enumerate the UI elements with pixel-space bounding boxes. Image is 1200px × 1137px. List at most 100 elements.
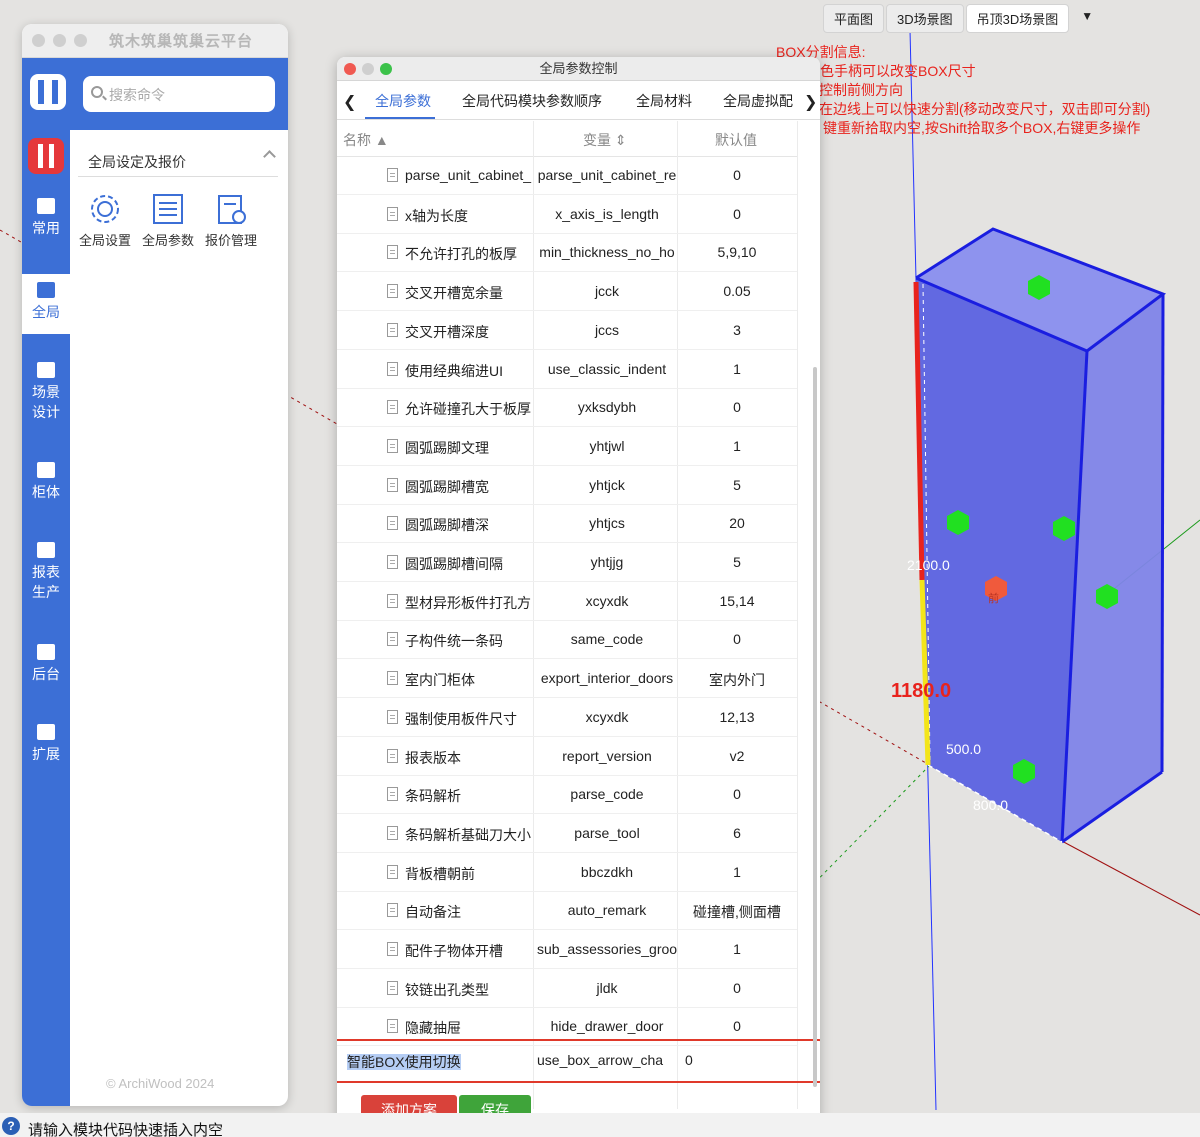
- cell-variable[interactable]: yhtjcs: [537, 515, 677, 531]
- table-row[interactable]: 背板槽朝前 bbczdkh 1: [337, 854, 797, 892]
- table-row[interactable]: 强制使用板件尺寸 xcyxdk 12,13: [337, 699, 797, 737]
- view-dropdown-icon[interactable]: ▼: [1071, 4, 1103, 33]
- cell-variable[interactable]: min_thickness_no_ho: [537, 244, 677, 260]
- table-row[interactable]: 圆弧踢脚槽间隔 yhtjjg 5: [337, 544, 797, 582]
- cell-name[interactable]: 条码解析: [405, 786, 533, 806]
- cell-default[interactable]: 1: [679, 438, 795, 454]
- cell-default[interactable]: 0: [679, 631, 795, 647]
- cell-default[interactable]: 0: [679, 167, 795, 183]
- cell-name[interactable]: 不允许打孔的板厚: [405, 244, 533, 264]
- global-settings-tool[interactable]: 全局设置: [75, 192, 135, 249]
- tab-ceiling-3d-scene[interactable]: 吊顶3D场景图: [965, 4, 1070, 33]
- table-row[interactable]: 自动备注 auto_remark 碰撞槽,侧面槽: [337, 892, 797, 931]
- zoom-window-button[interactable]: [74, 34, 87, 47]
- cell-default[interactable]: 3: [679, 322, 795, 338]
- cell-default[interactable]: 5: [679, 554, 795, 570]
- cell-variable[interactable]: parse_tool: [537, 825, 677, 841]
- cell-variable[interactable]: xcyxdk: [537, 709, 677, 725]
- sidebar-item-report[interactable]: 报表生产: [22, 542, 70, 602]
- split-dimension[interactable]: 1180.0: [891, 680, 951, 703]
- cell-name[interactable]: 型材异形板件打孔方: [405, 593, 533, 613]
- cell-default[interactable]: 0.05: [679, 283, 795, 299]
- cell-default[interactable]: 12,13: [679, 709, 795, 725]
- cell-variable[interactable]: use_classic_indent: [537, 361, 677, 377]
- table-row[interactable]: 不允许打孔的板厚 min_thickness_no_ho 5,9,10: [337, 234, 797, 273]
- column-header-variable[interactable]: 变量 ⇕: [583, 130, 627, 150]
- table-row[interactable]: 交叉开槽宽余量 jcck 0.05: [337, 273, 797, 312]
- cell-variable[interactable]: jcck: [537, 283, 677, 299]
- zoom-dialog-button[interactable]: [380, 63, 392, 75]
- tab-global-materials[interactable]: 全局材料: [636, 91, 692, 111]
- sidebar-item-extension[interactable]: 扩展: [22, 724, 70, 764]
- cell-variable[interactable]: yhtjwl: [537, 438, 677, 454]
- sidebar-item-common[interactable]: 常用: [22, 198, 70, 238]
- chevron-left-icon[interactable]: ❮: [343, 92, 356, 112]
- scrollbar[interactable]: [813, 367, 817, 1087]
- tab-plan-view[interactable]: 平面图: [823, 4, 885, 33]
- table-row[interactable]: 铰链出孔类型 jldk 0: [337, 970, 797, 1008]
- cell-default[interactable]: 室内外门: [679, 670, 795, 690]
- cell-name[interactable]: 使用经典缩进UI: [405, 361, 533, 381]
- table-row[interactable]: 圆弧踢脚文理 yhtjwl 1: [337, 428, 797, 466]
- cell-default[interactable]: 0: [679, 399, 795, 415]
- cell-name[interactable]: 铰链出孔类型: [405, 980, 533, 1000]
- cell-default[interactable]: 5,9,10: [679, 244, 795, 260]
- chevron-up-icon[interactable]: [263, 150, 276, 163]
- table-row[interactable]: 室内门柜体 export_interior_doors 室内外门: [337, 660, 797, 699]
- cell-name[interactable]: 圆弧踢脚槽深: [405, 515, 533, 535]
- table-row[interactable]: 允许碰撞孔大于板厚 yxksdybh 0: [337, 389, 797, 428]
- column-header-name[interactable]: 名称 ▲: [343, 130, 389, 150]
- cell-variable[interactable]: x_axis_is_length: [537, 206, 677, 222]
- global-params-tool[interactable]: 全局参数: [138, 192, 198, 249]
- cell-variable[interactable]: xcyxdk: [537, 593, 677, 609]
- cell-default[interactable]: 0: [679, 206, 795, 222]
- close-dialog-button[interactable]: [344, 63, 356, 75]
- cell-name[interactable]: 报表版本: [405, 748, 533, 768]
- cell-name[interactable]: x轴为长度: [405, 206, 533, 226]
- cell-name[interactable]: 交叉开槽深度: [405, 322, 533, 342]
- cell-default[interactable]: 15,14: [679, 593, 795, 609]
- table-row[interactable]: 型材异形板件打孔方 xcyxdk 15,14: [337, 583, 797, 621]
- cell-name[interactable]: 子构件统一条码: [405, 631, 533, 651]
- tab-module-param-order[interactable]: 全局代码模块参数顺序: [462, 91, 602, 111]
- minimize-window-button[interactable]: [53, 34, 66, 47]
- table-row[interactable]: parse_unit_cabinet_ parse_unit_cabinet_re…: [337, 157, 797, 195]
- cell-variable[interactable]: auto_remark: [537, 902, 677, 918]
- cell-default[interactable]: 20: [679, 515, 795, 531]
- table-row[interactable]: 配件子物体开槽 sub_assessories_groo 1: [337, 931, 797, 969]
- table-row[interactable]: 报表版本 report_version v2: [337, 738, 797, 776]
- cell-name[interactable]: 交叉开槽宽余量: [405, 283, 533, 303]
- table-row[interactable]: 使用经典缩进UI use_classic_indent 1: [337, 351, 797, 389]
- cell-variable[interactable]: parse_code: [537, 786, 677, 802]
- column-header-default[interactable]: 默认值: [715, 130, 757, 150]
- cell-default[interactable]: v2: [679, 748, 795, 764]
- cell-variable[interactable]: same_code: [537, 631, 677, 647]
- close-window-button[interactable]: [32, 34, 45, 47]
- cell-name[interactable]: 允许碰撞孔大于板厚: [405, 399, 533, 419]
- cell-variable[interactable]: export_interior_doors: [537, 670, 677, 686]
- cell-variable[interactable]: report_version: [537, 748, 677, 764]
- cell-name[interactable]: 条码解析基础刀大小: [405, 825, 533, 845]
- cell-variable[interactable]: hide_drawer_door: [537, 1018, 677, 1034]
- cell-default[interactable]: 1: [679, 864, 795, 880]
- table-row[interactable]: 交叉开槽深度 jccs 3: [337, 312, 797, 350]
- cell-default[interactable]: 0: [679, 980, 795, 996]
- cell-variable[interactable]: jccs: [537, 322, 677, 338]
- cell-variable[interactable]: yhtjck: [537, 477, 677, 493]
- table-row[interactable]: 子构件统一条码 same_code 0: [337, 621, 797, 660]
- cell-default[interactable]: 0: [679, 786, 795, 802]
- cell-name[interactable]: 圆弧踢脚文理: [405, 438, 533, 458]
- cell-variable[interactable]: jldk: [537, 980, 677, 996]
- table-row[interactable]: 圆弧踢脚槽宽 yhtjck 5: [337, 467, 797, 505]
- cell-variable[interactable]: parse_unit_cabinet_re: [537, 167, 677, 183]
- table-row[interactable]: 圆弧踢脚槽深 yhtjcs 20: [337, 505, 797, 544]
- cell-name[interactable]: 隐藏抽屉: [405, 1018, 533, 1038]
- cell-default[interactable]: 碰撞槽,侧面槽: [679, 902, 795, 922]
- cell-default[interactable]: 5: [679, 477, 795, 493]
- cell-default[interactable]: 6: [679, 825, 795, 841]
- cell-default[interactable]: 1: [679, 361, 795, 377]
- cell-variable[interactable]: yxksdybh: [537, 399, 677, 415]
- tab-global-params[interactable]: 全局参数: [375, 91, 431, 111]
- minimize-dialog-button[interactable]: [362, 63, 374, 75]
- search-command-input[interactable]: 搜索命令: [83, 76, 275, 112]
